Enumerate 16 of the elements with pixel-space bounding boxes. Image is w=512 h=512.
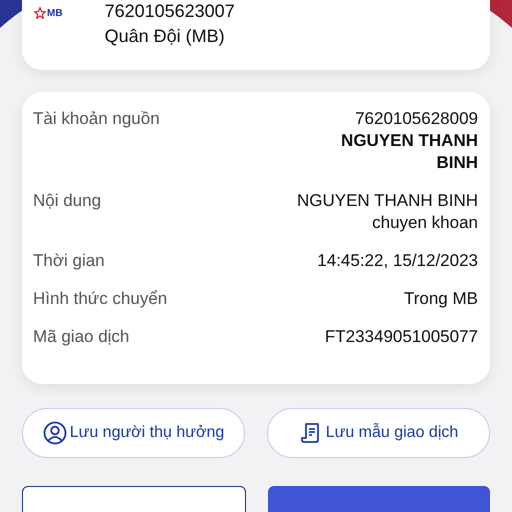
detail-value: Trong MB	[404, 288, 478, 310]
detail-label: Nội dung	[33, 190, 102, 212]
bank-logo: MB	[32, 6, 65, 20]
bank-name: Quân Đội (MB)	[104, 25, 226, 48]
detail-value: FT23349051005077	[324, 326, 478, 348]
action-button[interactable]: Lưu mẫu giao dịch	[267, 408, 490, 458]
detail-label: Tài khoản nguồn	[33, 108, 160, 130]
detail-value: 14:45:22, 15/12/2023	[317, 250, 478, 272]
detail-label: Mã giao dịch	[33, 326, 130, 348]
account-number: 7620105623007	[104, 0, 235, 23]
detail-value: 7620105628009	[355, 108, 478, 130]
detail-label: Hình thức chuyển	[33, 288, 168, 310]
detail-value: NGUYEN THANH BINH	[340, 130, 478, 174]
detail-label: Thời gian	[33, 250, 105, 272]
detail-value: NGUYEN THANH BINH chuyen khoan	[296, 190, 478, 234]
action-button[interactable]: Lưu người thụ hưởng	[22, 408, 245, 458]
